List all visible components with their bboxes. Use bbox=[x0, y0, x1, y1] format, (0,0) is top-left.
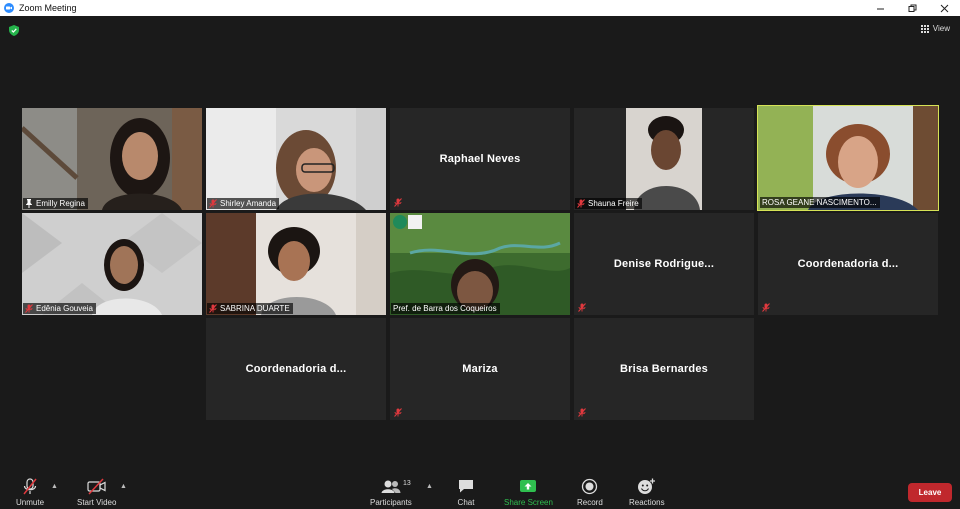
participant-tile-edenia-gouveia[interactable]: Edênia Gouveia bbox=[22, 213, 202, 315]
participant-name-label: Pref. de Barra dos Coqueiros bbox=[391, 303, 500, 314]
video-options-caret[interactable]: ▲ bbox=[120, 483, 127, 490]
share-screen-icon bbox=[520, 480, 537, 492]
participants-count: 13 bbox=[403, 480, 411, 487]
mic-muted-icon bbox=[25, 304, 33, 313]
participant-name: Brisa Bernardes bbox=[620, 363, 708, 375]
participant-tile-brisa-bernardes[interactable]: Brisa Bernardes bbox=[574, 318, 754, 420]
close-icon bbox=[940, 4, 948, 12]
restore-button[interactable] bbox=[896, 0, 928, 16]
window-title: Zoom Meeting bbox=[19, 3, 77, 13]
participant-name-label: SABRINA DUARTE bbox=[207, 303, 293, 314]
video-feed bbox=[758, 106, 938, 210]
mic-muted-icon bbox=[209, 199, 217, 208]
mic-muted-icon bbox=[577, 199, 585, 208]
participant-name-label: Shirley Amanda bbox=[207, 198, 280, 209]
participants-icon bbox=[381, 480, 401, 493]
minimize-button[interactable] bbox=[864, 0, 896, 16]
video-feed bbox=[390, 213, 570, 315]
reactions-button[interactable]: Reactions bbox=[629, 478, 665, 507]
participant-name: Coordenadoria d... bbox=[797, 258, 899, 270]
participant-tile-coordenadoria-2[interactable]: Coordenadoria d... bbox=[206, 318, 386, 420]
video-off-icon bbox=[87, 478, 106, 495]
reactions-icon bbox=[638, 478, 656, 494]
close-window-button[interactable] bbox=[928, 0, 960, 16]
participant-name-label: Shauna Freire bbox=[575, 198, 642, 209]
grid-view-icon bbox=[920, 24, 929, 33]
mic-muted-icon bbox=[578, 303, 586, 312]
share-screen-label: Share Screen bbox=[504, 498, 553, 507]
participant-tile-emilly-regina[interactable]: Emilly Regina bbox=[22, 108, 202, 210]
reactions-label: Reactions bbox=[629, 498, 665, 507]
mic-muted-icon bbox=[394, 198, 402, 207]
video-feed bbox=[206, 213, 386, 315]
record-label: Record bbox=[577, 498, 603, 507]
mic-muted-icon bbox=[209, 304, 217, 313]
participant-tile-pref-barra-coqueiros[interactable]: Pref. de Barra dos Coqueiros bbox=[390, 213, 570, 315]
chat-icon bbox=[459, 480, 473, 493]
participant-tile-sabrina-duarte[interactable]: SABRINA DUARTE bbox=[206, 213, 386, 315]
leave-button[interactable]: Leave bbox=[908, 483, 952, 502]
participant-name: Coordenadoria d... bbox=[245, 363, 347, 375]
shield-check-icon[interactable] bbox=[9, 25, 19, 36]
view-button[interactable]: View bbox=[920, 24, 950, 33]
video-feed bbox=[206, 108, 386, 210]
restore-icon bbox=[908, 4, 916, 12]
pin-icon bbox=[26, 199, 32, 208]
window-titlebar: Zoom Meeting bbox=[0, 0, 960, 16]
mic-muted-icon bbox=[762, 303, 770, 312]
share-screen-button[interactable]: Share Screen bbox=[504, 478, 553, 507]
view-label: View bbox=[932, 24, 950, 33]
unmute-button[interactable]: Unmute bbox=[16, 478, 44, 507]
record-button[interactable]: Record bbox=[577, 478, 603, 507]
window-controls bbox=[864, 0, 960, 16]
meeting-toolbar bbox=[0, 472, 960, 509]
video-feed bbox=[22, 213, 202, 315]
start-video-label: Start Video bbox=[77, 498, 117, 507]
participant-name-label: Edênia Gouveia bbox=[23, 303, 96, 314]
participants-label: Participants bbox=[370, 498, 412, 507]
participant-name: Raphael Neves bbox=[439, 153, 521, 165]
participant-tile-coordenadoria-1[interactable]: Coordenadoria d... bbox=[758, 213, 938, 315]
mic-muted-icon bbox=[578, 408, 586, 417]
participant-name-label: ROSA GEANE NASCIMENTO... bbox=[760, 197, 880, 208]
mic-muted-icon bbox=[394, 408, 402, 417]
zoom-camera-icon bbox=[4, 3, 14, 13]
participant-tile-raphael-neves[interactable]: Raphael Neves bbox=[390, 108, 570, 210]
participant-name-label: Emilly Regina bbox=[23, 198, 88, 209]
participant-tile-mariza[interactable]: Mariza bbox=[390, 318, 570, 420]
unmute-label: Unmute bbox=[16, 498, 45, 507]
video-feed bbox=[574, 108, 754, 210]
chat-button[interactable]: Chat bbox=[457, 478, 475, 507]
participant-tile-denise-rodrigues[interactable]: Denise Rodrigue... bbox=[574, 213, 754, 315]
record-icon bbox=[582, 478, 598, 495]
video-feed bbox=[22, 108, 202, 210]
participant-name: Mariza bbox=[462, 363, 498, 375]
mic-muted-icon bbox=[23, 478, 37, 495]
minimize-icon bbox=[876, 8, 884, 9]
participant-tile-shirley-amanda[interactable]: Shirley Amanda bbox=[206, 108, 386, 210]
participant-tile-shauna-freire[interactable]: Shauna Freire bbox=[574, 108, 754, 210]
chat-label: Chat bbox=[457, 498, 475, 507]
audio-options-caret[interactable]: ▲ bbox=[51, 483, 58, 490]
leave-label: Leave bbox=[918, 488, 942, 497]
participants-options-caret[interactable]: ▲ bbox=[426, 483, 433, 490]
participant-tile-rosa-geane[interactable]: ROSA GEANE NASCIMENTO... bbox=[757, 105, 939, 211]
start-video-button[interactable]: Start Video bbox=[77, 478, 116, 507]
participant-name: Denise Rodrigue... bbox=[613, 258, 715, 270]
